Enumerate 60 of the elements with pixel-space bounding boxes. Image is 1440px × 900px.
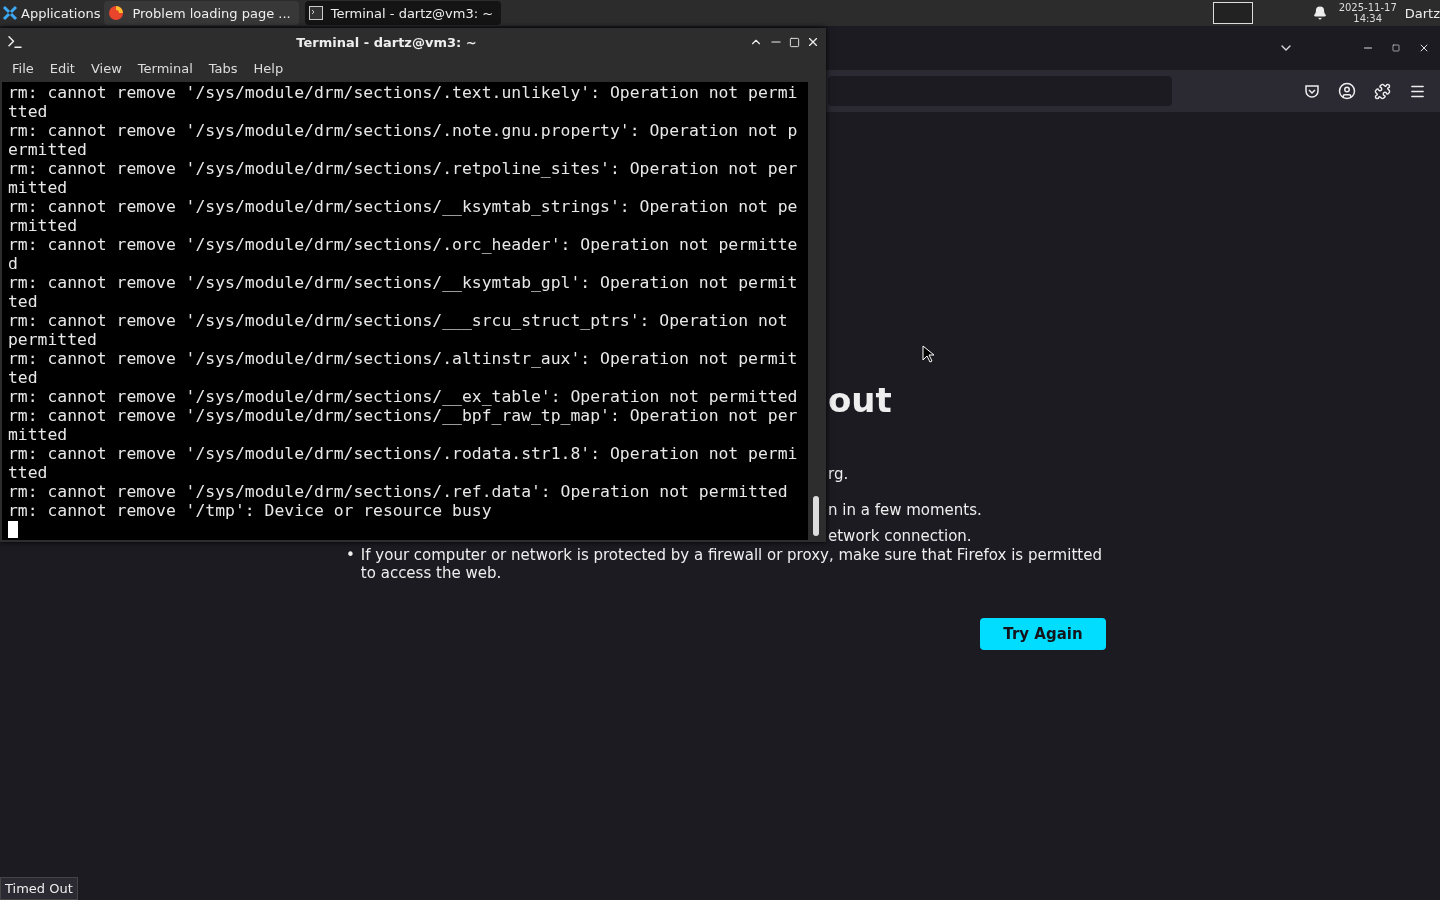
terminal-line: rmitted xyxy=(8,216,79,235)
terminal-line: ermitted xyxy=(8,140,88,159)
terminal-icon xyxy=(308,6,323,20)
menu-item[interactable]: Tabs xyxy=(200,60,246,76)
close-icon[interactable] xyxy=(806,35,820,49)
applications-menu[interactable]: Applications xyxy=(0,0,105,26)
terminal-line: rm: cannot remove '/sys/module/drm/sections/.note.gnu.property': Operation not p xyxy=(8,121,799,140)
menu-item[interactable]: Terminal xyxy=(129,60,201,76)
text-cursor xyxy=(8,521,18,538)
terminal-line: d xyxy=(8,254,19,273)
terminal-line: rm: cannot remove '/sys/module/drm/sections/.altinstr_aux': Operation not permit xyxy=(8,349,799,368)
taskbar-button[interactable]: Problem loading page ... xyxy=(104,1,299,25)
terminal-icon xyxy=(6,33,24,51)
suggestion-text: n in a few moments. xyxy=(828,500,982,520)
user-name[interactable]: Dartz xyxy=(1404,5,1440,21)
mouse-pointer-icon xyxy=(922,345,934,363)
terminal-line: tted xyxy=(8,463,49,482)
error-text: rg. xyxy=(828,464,850,484)
maximize-icon[interactable] xyxy=(1392,44,1400,52)
app-menu-icon xyxy=(2,5,18,21)
terminal-line: tted xyxy=(8,102,49,121)
close-icon[interactable] xyxy=(1418,42,1430,54)
error-heading: out xyxy=(828,380,893,420)
menu-item[interactable]: File xyxy=(4,60,42,76)
clock[interactable]: 2025-11-17 14:34 xyxy=(1338,2,1397,24)
window-title: Terminal - dartz@vm3: ~ xyxy=(295,34,478,50)
terminal-line: rm: cannot remove '/sys/module/drm/sections/__ex_table': Operation not permitted xyxy=(8,387,799,406)
suggestion-text: etwork connection. xyxy=(828,526,973,546)
terminal-line: ted xyxy=(8,368,39,387)
terminal-line: rm: cannot remove '/sys/module/drm/sections/__ksymtab_strings': Operation not pe xyxy=(8,197,799,216)
terminal-line: rm: cannot remove '/sys/module/drm/sections/___srcu_struct_ptrs': Operation not xyxy=(8,311,789,330)
browser-icon xyxy=(108,5,125,21)
maximize-icon[interactable] xyxy=(789,36,800,48)
pocket-icon[interactable] xyxy=(1304,83,1320,99)
terminal-line: rm: cannot remove '/tmp': Device or resource busy xyxy=(8,501,493,520)
terminal-line: rm: cannot remove '/sys/module/drm/sections/.orc_header': Operation not permitte xyxy=(8,235,799,254)
terminal-line: rm: cannot remove '/sys/module/drm/sections/__bpf_raw_tp_map': Operation not per xyxy=(8,406,799,425)
taskbar-button[interactable]: Terminal - dartz@vm3: ~ xyxy=(304,1,502,25)
menu-item[interactable]: Help xyxy=(245,60,292,76)
terminal-line: rm: cannot remove '/sys/module/drm/sections/.ref.data': Operation not permitted xyxy=(8,482,789,501)
menu-item[interactable]: Edit xyxy=(41,60,83,76)
terminal-line: ted xyxy=(8,292,39,311)
terminal-line: rm: cannot remove '/sys/module/drm/sections/.text.unlikely': Operation not permi xyxy=(8,83,799,102)
url-field[interactable] xyxy=(828,76,1172,106)
suggestion-text: If your computer or network is protected by a firewall or proxy, make sure that Firefox is permitted to access the web. xyxy=(360,546,1103,582)
workspace-thumbnail[interactable] xyxy=(1212,2,1253,24)
scrollbar-thumb[interactable] xyxy=(813,496,819,536)
terminal-line: rm: cannot remove '/sys/module/drm/sections/.retpoline_sites': Operation not per xyxy=(8,159,799,178)
try-again-button[interactable]: Try Again xyxy=(980,618,1106,650)
notification-icon[interactable] xyxy=(1312,6,1327,20)
terminal-line: permitted xyxy=(8,330,98,349)
terminal-line: mitted xyxy=(8,178,69,197)
status-text: Timed Out xyxy=(0,877,78,900)
terminal-line: rm: cannot remove '/sys/module/drm/sections/__ksymtab_gpl': Operation not permit xyxy=(8,273,799,292)
menu-item[interactable]: View xyxy=(82,60,130,76)
bullet-icon: • xyxy=(346,546,355,582)
terminal-line: rm: cannot remove '/sys/module/drm/sections/.rodata.str1.8': Operation not permi xyxy=(8,444,799,463)
account-icon[interactable] xyxy=(1338,82,1356,100)
terminal-line: mitted xyxy=(8,425,69,444)
extensions-icon[interactable] xyxy=(1374,82,1391,100)
